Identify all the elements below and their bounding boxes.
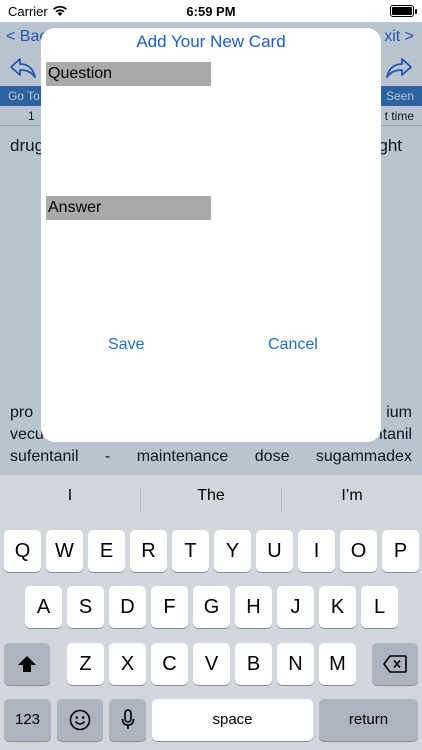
key-n[interactable]: N <box>277 643 314 685</box>
delete-key[interactable] <box>372 643 418 685</box>
question-label: Question <box>46 62 211 86</box>
key-h[interactable]: H <box>235 586 272 628</box>
key-y[interactable]: Y <box>214 530 251 572</box>
answer-input[interactable] <box>46 220 376 320</box>
key-t[interactable]: T <box>172 530 209 572</box>
key-v[interactable]: V <box>193 643 230 685</box>
key-g[interactable]: G <box>193 586 230 628</box>
key-s[interactable]: S <box>67 586 104 628</box>
dictation-key[interactable] <box>109 699 146 741</box>
suggestion-item[interactable]: The <box>141 487 281 505</box>
status-time: 6:59 PM <box>186 4 236 19</box>
dialog-title: Add Your New Card <box>136 32 286 51</box>
key-i[interactable]: I <box>298 530 335 572</box>
suggestion-bar: I The I’m <box>0 475 422 525</box>
key-q[interactable]: Q <box>4 530 41 572</box>
space-key[interactable]: space <box>152 699 313 741</box>
battery-icon <box>390 5 417 17</box>
key-w[interactable]: W <box>46 530 83 572</box>
key-p[interactable]: P <box>382 530 419 572</box>
numbers-key[interactable]: 123 <box>4 699 51 741</box>
key-o[interactable]: O <box>340 530 377 572</box>
shift-icon <box>18 656 36 672</box>
key-r[interactable]: R <box>130 530 167 572</box>
backspace-icon <box>383 655 407 673</box>
key-c[interactable]: C <box>151 643 188 685</box>
key-x[interactable]: X <box>109 643 146 685</box>
suggestion-item[interactable]: I <box>0 487 140 505</box>
cancel-button[interactable]: Cancel <box>268 336 318 354</box>
shift-key[interactable] <box>4 643 50 685</box>
add-card-dialog: Add Your New Card Question Answer Save C… <box>41 28 381 442</box>
key-z[interactable]: Z <box>67 643 104 685</box>
key-e[interactable]: E <box>88 530 125 572</box>
key-f[interactable]: F <box>151 586 188 628</box>
status-bar: Carrier 6:59 PM <box>0 0 422 22</box>
key-k[interactable]: K <box>319 586 356 628</box>
key-a[interactable]: A <box>25 586 62 628</box>
suggestion-item[interactable]: I’m <box>282 487 422 505</box>
emoji-icon <box>69 709 91 731</box>
save-button[interactable]: Save <box>108 336 144 354</box>
question-input[interactable] <box>46 86 376 192</box>
microphone-icon <box>121 709 134 729</box>
answer-label: Answer <box>46 196 211 220</box>
key-u[interactable]: U <box>256 530 293 572</box>
key-l[interactable]: L <box>361 586 398 628</box>
key-d[interactable]: D <box>109 586 146 628</box>
key-m[interactable]: M <box>319 643 356 685</box>
emoji-key[interactable] <box>57 699 103 741</box>
key-b[interactable]: B <box>235 643 272 685</box>
key-j[interactable]: J <box>277 586 314 628</box>
return-key[interactable]: return <box>319 699 418 741</box>
keyboard: I The I’m Q W E R T Y U I O P A S D F G … <box>0 475 422 750</box>
